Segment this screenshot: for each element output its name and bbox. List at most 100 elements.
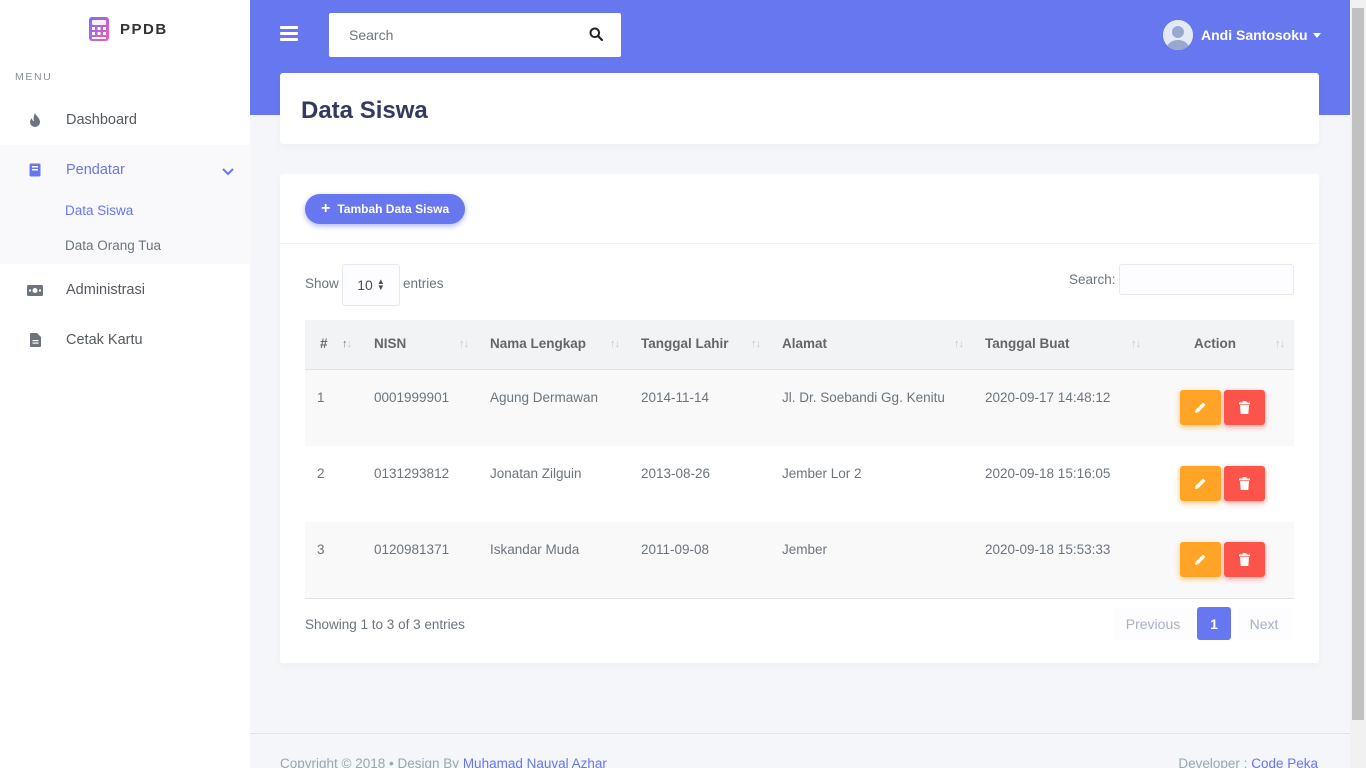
- sidebar: PPDB MENU Dashboard Pendatar Data Siswa …: [0, 0, 250, 768]
- entries-select[interactable]: 10 ▲ ▼: [342, 264, 400, 306]
- brand[interactable]: PPDB: [88, 16, 168, 42]
- file-icon: [27, 332, 43, 348]
- sidebar-item-cetak-kartu[interactable]: Cetak Kartu: [0, 315, 250, 365]
- sort-icon[interactable]: ↑↓: [610, 338, 620, 350]
- cell-nisn: 0131293812: [374, 466, 450, 481]
- global-search: [329, 13, 621, 57]
- pagination-next[interactable]: Next: [1236, 607, 1292, 640]
- cell-number: 3: [317, 542, 325, 557]
- sidebar-item-dashboard[interactable]: Dashboard: [0, 95, 250, 145]
- scrollbar-thumb[interactable]: [1352, 8, 1364, 720]
- page-title: Data Siswa: [301, 97, 428, 124]
- cell-nisn: 0001999901: [374, 390, 450, 405]
- cell-tanggal-buat: 2020-09-18 15:16:05: [985, 466, 1111, 481]
- sidebar-item-pendatar[interactable]: Pendatar: [0, 145, 250, 195]
- designer-link[interactable]: Muhamad Nauval Azhar: [463, 756, 607, 768]
- page-header: Data Siswa: [280, 73, 1319, 144]
- entries-label: entries: [403, 276, 444, 291]
- brand-name: PPDB: [120, 20, 168, 38]
- cell-alamat: Jember Lor 2: [782, 466, 862, 481]
- table-row: 1 0001999901 Agung Dermawan 2014-11-14 J…: [305, 370, 1294, 446]
- column-header-alamat[interactable]: Alamat: [782, 336, 827, 351]
- chevron-down-icon: [222, 163, 234, 181]
- students-table: # ↑↓ NISN ↑↓ Nama Lengkap ↑↓ Tanggal Lah…: [305, 320, 1294, 598]
- table-row: 2 0131293812 Jonatan Zilguin 2013-08-26 …: [305, 446, 1294, 522]
- sidebar-item-administrasi[interactable]: Administrasi: [0, 265, 250, 315]
- cell-tanggal-lahir: 2014-11-14: [641, 390, 710, 405]
- cell-tanggal-lahir: 2011-09-08: [641, 542, 710, 557]
- pencil-icon: [1195, 554, 1206, 565]
- pagination-page-1[interactable]: 1: [1197, 607, 1231, 640]
- developer-label: Developer :: [1178, 756, 1248, 768]
- cell-number: 1: [317, 390, 325, 405]
- cell-nisn: 0120981371: [374, 542, 450, 557]
- footer-developer: Developer : Code Peka: [1178, 756, 1318, 768]
- pagination-previous[interactable]: Previous: [1114, 607, 1192, 640]
- sort-icon[interactable]: ↑↓: [1275, 338, 1285, 350]
- sidebar-item-label: Pendatar: [66, 162, 125, 178]
- bullet-separator: •: [389, 756, 398, 768]
- sort-icon[interactable]: ↑↓: [751, 338, 761, 350]
- cell-nama: Iskandar Muda: [490, 542, 580, 557]
- menu-heading: MENU: [15, 71, 53, 83]
- table-row: 3 0120981371 Iskandar Muda 2011-09-08 Je…: [305, 522, 1294, 598]
- table-search-input[interactable]: [1119, 264, 1294, 295]
- search-icon[interactable]: [589, 27, 605, 43]
- footer-copyright: Copyright © 2018 • Design By Muhamad Nau…: [280, 756, 607, 768]
- copyright-text: Copyright © 2018: [280, 756, 386, 768]
- sidebar-item-label: Administrasi: [66, 282, 145, 298]
- plus-icon: +: [321, 200, 331, 217]
- caret-down-icon: [1312, 32, 1321, 38]
- cell-tanggal-lahir: 2013-08-26: [641, 466, 711, 481]
- sidebar-item-label: Dashboard: [66, 112, 137, 128]
- money-icon: [27, 282, 43, 298]
- fire-icon: [27, 112, 43, 128]
- edit-button[interactable]: [1180, 466, 1221, 501]
- column-header-nisn[interactable]: NISN: [374, 336, 406, 351]
- trash-icon: [1239, 401, 1250, 414]
- table-info: Showing 1 to 3 of 3 entries: [305, 617, 465, 632]
- scrollbar[interactable]: [1350, 0, 1366, 768]
- pencil-icon: [1195, 402, 1206, 413]
- column-header-tanggal-lahir[interactable]: Tanggal Lahir: [641, 336, 729, 351]
- user-menu[interactable]: Andi Santosoku: [1163, 20, 1321, 50]
- design-by-text: Design By: [397, 756, 460, 768]
- column-header-number[interactable]: #: [320, 336, 328, 351]
- sort-icon[interactable]: ↑↓: [954, 338, 964, 350]
- sort-icon[interactable]: ↑↓: [459, 338, 469, 350]
- calculator-icon: [89, 17, 109, 41]
- cell-nama: Agung Dermawan: [490, 390, 599, 405]
- menu-toggle-icon[interactable]: [280, 26, 298, 44]
- cell-tanggal-buat: 2020-09-17 14:48:12: [985, 390, 1111, 405]
- developer-link[interactable]: Code Peka: [1251, 756, 1318, 768]
- cell-alamat: Jl. Dr. Soebandi Gg. Kenitu: [782, 390, 945, 405]
- sort-icon[interactable]: ↑↓: [1131, 338, 1141, 350]
- add-student-button[interactable]: + Tambah Data Siswa: [305, 194, 466, 224]
- footer-divider: [250, 733, 1350, 734]
- column-header-action[interactable]: Action: [1194, 336, 1236, 351]
- edit-button[interactable]: [1180, 542, 1221, 577]
- delete-button[interactable]: [1224, 542, 1265, 577]
- submenu-item-data-siswa[interactable]: Data Siswa: [65, 203, 133, 218]
- delete-button[interactable]: [1224, 390, 1265, 425]
- edit-button[interactable]: [1180, 390, 1221, 425]
- sort-asc-icon[interactable]: ↑↓: [342, 338, 352, 350]
- table-search-label: Search:: [1069, 272, 1116, 287]
- sidebar-item-label: Cetak Kartu: [66, 332, 143, 348]
- divider: [280, 243, 1319, 244]
- cell-alamat: Jember: [782, 542, 828, 557]
- add-student-label: Tambah Data Siswa: [337, 202, 450, 216]
- submenu-item-data-orang-tua[interactable]: Data Orang Tua: [65, 238, 161, 253]
- search-input[interactable]: [329, 13, 579, 57]
- trash-icon: [1239, 553, 1250, 566]
- entries-value: 10: [357, 277, 373, 293]
- show-label: Show: [305, 276, 339, 291]
- cell-tanggal-buat: 2020-09-18 15:53:33: [985, 542, 1111, 557]
- data-card: + Tambah Data Siswa Show 10 ▲ ▼ entries S…: [280, 174, 1319, 663]
- cell-number: 2: [317, 466, 325, 481]
- column-header-tanggal-buat[interactable]: Tanggal Buat: [985, 336, 1070, 351]
- trash-icon: [1239, 477, 1250, 490]
- table-header: # ↑↓ NISN ↑↓ Nama Lengkap ↑↓ Tanggal Lah…: [305, 320, 1294, 370]
- column-header-nama[interactable]: Nama Lengkap: [490, 336, 586, 351]
- delete-button[interactable]: [1224, 466, 1265, 501]
